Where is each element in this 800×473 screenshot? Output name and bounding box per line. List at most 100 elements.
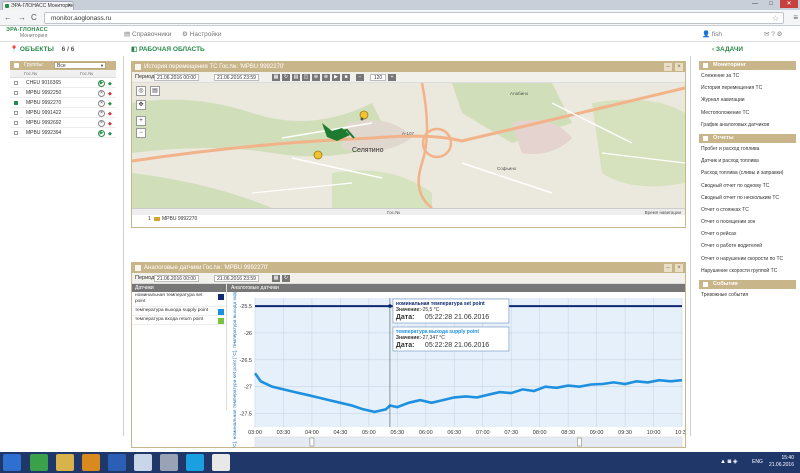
sensor-item[interactable]: номинальная температура set point xyxy=(132,292,226,307)
date-from-input[interactable]: 21.06.2016 00:00 xyxy=(154,275,199,282)
tool-button-4[interactable]: ⊗ xyxy=(322,74,330,81)
map-zoom-out-button[interactable]: − xyxy=(136,128,146,138)
app-logo[interactable]: ЭРА-ГЛОНАСС Мониторинг xyxy=(6,27,66,41)
vehicle-checkbox[interactable] xyxy=(14,101,18,105)
tool-button-2[interactable]: ◫ xyxy=(302,74,310,81)
task-item[interactable]: Нарушение скорости группой ТС xyxy=(691,268,800,280)
taskbar-folder-icon[interactable] xyxy=(56,454,74,471)
close-icon[interactable]: × xyxy=(98,90,105,97)
address-bar[interactable]: monitor.aoglonass.ru ☆ xyxy=(44,12,784,24)
tab-close-icon[interactable]: × xyxy=(67,2,71,10)
calendar-button[interactable]: ▦ xyxy=(272,74,280,81)
taskbar-app-3-icon[interactable] xyxy=(82,454,100,471)
reload-button[interactable]: C xyxy=(31,13,37,23)
refresh-button[interactable]: ↻ xyxy=(282,275,290,282)
groups-select[interactable]: Все ▼ xyxy=(54,62,106,69)
sensor-chart[interactable]: -25.5 -26 -26.5 -27 -27.5 03:00 03:30 04:00 04:3… xyxy=(227,292,685,448)
menu-settings[interactable]: ⚙ Настройки xyxy=(182,30,222,38)
play-icon[interactable]: ▶ xyxy=(98,80,105,87)
task-item[interactable]: Тревожные события xyxy=(691,292,800,304)
taskbar-skype-icon[interactable] xyxy=(186,454,204,471)
start-button[interactable] xyxy=(3,454,21,471)
close-icon[interactable]: × xyxy=(98,100,105,107)
list-item[interactable]: MPBU 9992270 × ◆ xyxy=(10,98,116,108)
calendar-button[interactable]: ▦ xyxy=(272,275,280,282)
close-icon[interactable]: × xyxy=(98,110,105,117)
panel-close-button[interactable]: × xyxy=(675,264,683,272)
header-icons[interactable]: ✉ ? ⚙ xyxy=(764,30,783,38)
language-indicator[interactable]: ENG xyxy=(752,459,763,465)
task-item[interactable]: История перемещения ТС xyxy=(691,85,800,97)
map-zoom-in-button[interactable]: + xyxy=(136,116,146,126)
close-window-button[interactable]: ✕ xyxy=(780,0,798,8)
minimize-button[interactable]: — xyxy=(748,0,762,8)
navigator-range[interactable] xyxy=(255,437,682,447)
task-item[interactable]: Местоположение ТС xyxy=(691,110,800,122)
browser-tab[interactable]: ЭРА-ГЛОНАСС Мониторин × xyxy=(2,1,74,10)
reports-section-header[interactable]: Отчеты xyxy=(699,133,796,143)
task-item[interactable]: График аналоговых датчиков xyxy=(691,122,800,134)
sensor-item[interactable]: температура выхода supply point xyxy=(132,307,226,316)
task-item[interactable]: Журнал навигации xyxy=(691,97,800,109)
forward-button[interactable]: → xyxy=(18,13,26,23)
monitoring-section-header[interactable]: Мониторинг xyxy=(699,61,796,70)
panel-minimize-button[interactable]: – xyxy=(664,63,672,71)
list-item[interactable]: MPBU 9992692 × ◆ xyxy=(10,118,116,128)
play-icon[interactable]: ▶ xyxy=(98,130,105,137)
browser-menu-icon[interactable]: ≡ xyxy=(793,13,798,22)
task-item[interactable]: Отчет о рейсах xyxy=(691,231,800,243)
map-pan-icon[interactable]: ✥ xyxy=(136,100,146,110)
task-item[interactable]: Сводный отчет по нескольким ТС xyxy=(691,195,800,207)
tool-button-1[interactable]: ▤ xyxy=(292,74,300,81)
task-item[interactable]: Сводный отчет по одному ТС xyxy=(691,183,800,195)
list-item[interactable]: MPBU 9992394 ▶ ◆ xyxy=(10,128,116,138)
tray-icons[interactable]: ▲ ◙ ◈ xyxy=(720,458,738,465)
speed-up-button[interactable]: + xyxy=(388,74,396,81)
play-button[interactable]: ▶ xyxy=(332,74,340,81)
speed-input[interactable]: 120 xyxy=(370,74,386,81)
list-item[interactable]: CHEU 9016365 ▶ ◆ xyxy=(10,78,116,88)
task-item[interactable]: Отчет о работе водителей xyxy=(691,243,800,255)
task-item[interactable]: Пробег и расход топлива xyxy=(691,146,800,158)
task-item[interactable]: Отчет о нарушении скорости по ТС xyxy=(691,256,800,268)
vehicle-checkbox[interactable] xyxy=(14,121,18,125)
close-icon[interactable]: × xyxy=(98,120,105,127)
user-menu[interactable]: 👤 fish xyxy=(702,30,722,38)
taskbar-app-1-icon[interactable] xyxy=(30,454,48,471)
task-item[interactable]: Датчик и расход топлива xyxy=(691,158,800,170)
sensor-item[interactable]: температура входа return point xyxy=(132,316,226,325)
vehicle-checkbox[interactable] xyxy=(14,81,18,85)
navigator-handle-left[interactable] xyxy=(309,437,315,447)
back-button[interactable]: ← xyxy=(4,13,12,23)
date-to-input[interactable]: 21.06.2016 23:59 xyxy=(214,74,259,81)
panel-close-button[interactable]: × xyxy=(675,63,683,71)
tool-button-3[interactable]: ⊕ xyxy=(312,74,320,81)
task-item[interactable]: Отчет о посещении зон xyxy=(691,219,800,231)
vehicle-checkbox[interactable] xyxy=(14,111,18,115)
date-to-input[interactable]: 21.06.2016 23:59 xyxy=(214,275,259,282)
menu-directories[interactable]: ▤ Справочники xyxy=(124,30,171,38)
taskbar-app-6-icon[interactable] xyxy=(160,454,178,471)
date-from-input[interactable]: 21.06.2016 00:00 xyxy=(154,74,199,81)
stop-button[interactable]: ■ xyxy=(342,74,350,81)
events-section-header[interactable]: События xyxy=(699,280,796,289)
navigator-handle-right[interactable] xyxy=(577,437,582,447)
vehicle-checkbox[interactable] xyxy=(14,131,18,135)
task-item[interactable]: Отчет о стоянках ТС xyxy=(691,207,800,219)
speed-down-button[interactable]: − xyxy=(356,74,364,81)
map-zoom-fit-icon[interactable]: ◎ xyxy=(136,86,146,96)
taskbar-app-8-icon[interactable] xyxy=(212,454,230,471)
taskbar-chrome-icon[interactable] xyxy=(134,454,152,471)
taskbar-word-icon[interactable] xyxy=(108,454,126,471)
maximize-button[interactable]: □ xyxy=(764,0,778,8)
refresh-button[interactable]: ↻ xyxy=(282,74,290,81)
table-row[interactable]: 1 MPBU 9992270 xyxy=(132,215,685,223)
panel-minimize-button[interactable]: – xyxy=(664,264,672,272)
map-layers-icon[interactable]: ▤ xyxy=(150,86,160,96)
list-item[interactable]: MPBU 9992250 × ◆ xyxy=(10,88,116,98)
task-item[interactable]: Расход топлива (сливы и заправки) xyxy=(691,170,800,182)
list-item[interactable]: MPBU 9991422 × ◆ xyxy=(10,108,116,118)
clock[interactable]: 15:40 21.06.2016 xyxy=(769,455,794,469)
vehicle-checkbox[interactable] xyxy=(14,91,18,95)
map-view[interactable]: ◎ ✥ + − ▤ Селятино А-107 Алабино Софьино xyxy=(132,83,685,208)
